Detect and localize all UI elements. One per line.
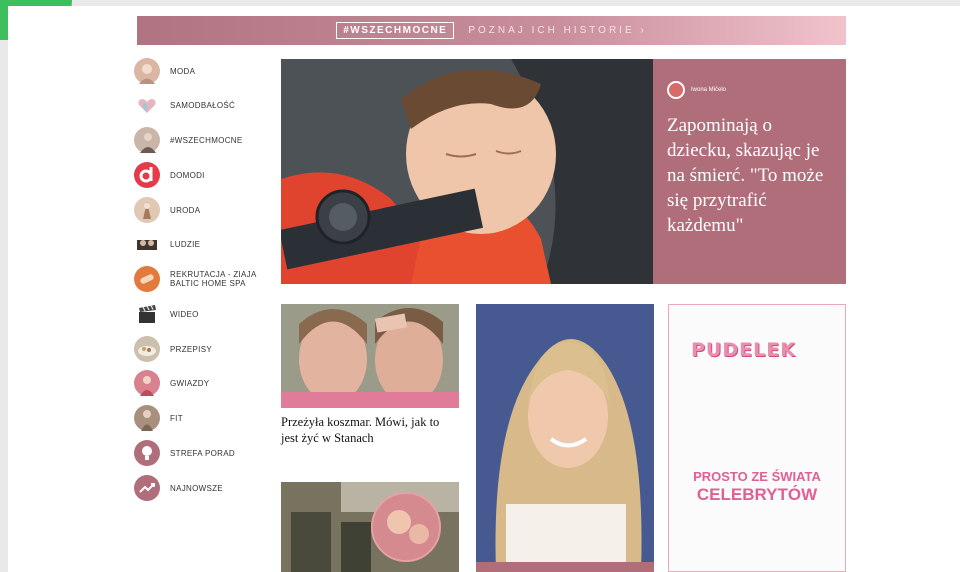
sidebar-item-label: PRZEPISY <box>170 344 212 354</box>
sidebar-item-label: #WSZECHMOCNE <box>170 135 243 145</box>
article-card[interactable]: Przeżyła koszmar. Mówi, jak to jest żyć … <box>281 304 459 446</box>
fit-thumbnail-icon <box>134 405 160 431</box>
beauty-thumbnail-icon <box>134 197 160 223</box>
banner-tag: #WSZECHMOCNE <box>336 22 455 39</box>
author-avatar <box>667 81 685 99</box>
sidebar-item-najnowsze[interactable]: NAJNOWSZE <box>134 475 276 501</box>
hero-text-panel[interactable]: Iwona Mičelo Zapominają o dziecku, skazu… <box>653 59 846 284</box>
lightbulb-icon <box>134 440 160 466</box>
sidebar-item-wideo[interactable]: WIDEO <box>134 301 276 327</box>
trend-icon <box>134 475 160 501</box>
hero-image[interactable] <box>281 59 653 284</box>
hero-headline[interactable]: Zapominają o dziecku, skazując je na śmi… <box>667 113 832 238</box>
sidebar-item-label: DOMODI <box>170 170 205 180</box>
sidebar-item-label: URODA <box>170 205 201 215</box>
domodi-logo-icon <box>134 162 160 188</box>
sidebar-item-samodbalosc[interactable]: SAMODBAŁOŚĆ <box>134 92 276 118</box>
pudelek-ad[interactable]: PUDELEK PROSTO ZE ŚWIATA CELEBRYTÓW <box>668 304 846 572</box>
sidebar-item-label: FIT <box>170 413 183 423</box>
hero-article[interactable]: Iwona Mičelo Zapominają o dziecku, skazu… <box>281 59 846 284</box>
sidebar-item-label: LUDZIE <box>170 239 201 249</box>
sidebar-item-label: MODA <box>170 66 196 76</box>
sidebar-item-gwiazdy[interactable]: GWIAZDY <box>134 370 276 396</box>
sidebar-item-wszechmocne[interactable]: #WSZECHMOCNE <box>134 127 276 153</box>
author-line: Iwona Mičelo <box>667 81 832 99</box>
sidebar-item-label: STREFA PORAD <box>170 448 235 458</box>
sidebar-item-przepisy[interactable]: PRZEPISY <box>134 336 276 362</box>
sidebar-item-strefa-porad[interactable]: STREFA PORAD <box>134 440 276 466</box>
woman-thumbnail-icon <box>134 127 160 153</box>
sidebar-item-uroda[interactable]: URODA <box>134 197 276 223</box>
clapperboard-icon <box>134 301 160 327</box>
article-card-image[interactable] <box>281 304 459 408</box>
sidebar-item-fit[interactable]: FIT <box>134 405 276 431</box>
ad-tagline-1: PROSTO ZE ŚWIATA <box>693 469 821 484</box>
heart-icon <box>134 92 160 118</box>
sidebar-item-label: WIDEO <box>170 309 199 319</box>
sidebar-item-domodi[interactable]: DOMODI <box>134 162 276 188</box>
article-card-title[interactable]: Przeżyła koszmar. Mówi, jak to jest żyć … <box>281 414 459 446</box>
sidebar-item-label: NAJNOWSZE <box>170 483 223 493</box>
sidebar-item-moda[interactable]: MODA <box>134 58 276 84</box>
sidebar-item-rekrutacja[interactable]: REKRUTACJA - ZIAJA BALTIC HOME SPA <box>134 266 276 292</box>
featured-photo[interactable] <box>476 304 654 572</box>
fashion-thumbnail-icon <box>134 58 160 84</box>
sidebar-item-label: REKRUTACJA - ZIAJA BALTIC HOME SPA <box>170 270 257 288</box>
people-thumbnail-icon <box>134 231 160 257</box>
ziaja-logo-icon <box>134 266 160 292</box>
sidebar-item-ludzie[interactable]: LUDZIE <box>134 231 276 257</box>
pudelek-logo: PUDELEK <box>691 339 796 361</box>
banner-cta[interactable]: POZNAJ ICH HISTORIE › <box>468 25 646 36</box>
food-thumbnail-icon <box>134 336 160 362</box>
author-name: Iwona Mičelo <box>691 87 727 93</box>
ad-tagline-2: CELEBRYTÓW <box>696 485 818 504</box>
sidebar-item-label: GWIAZDY <box>170 378 210 388</box>
wszechmocne-banner[interactable]: #WSZECHMOCNE POZNAJ ICH HISTORIE › <box>137 16 846 45</box>
article-card-image-second[interactable] <box>281 482 459 572</box>
star-thumbnail-icon <box>134 370 160 396</box>
sidebar-item-label: SAMODBAŁOŚĆ <box>170 100 236 110</box>
